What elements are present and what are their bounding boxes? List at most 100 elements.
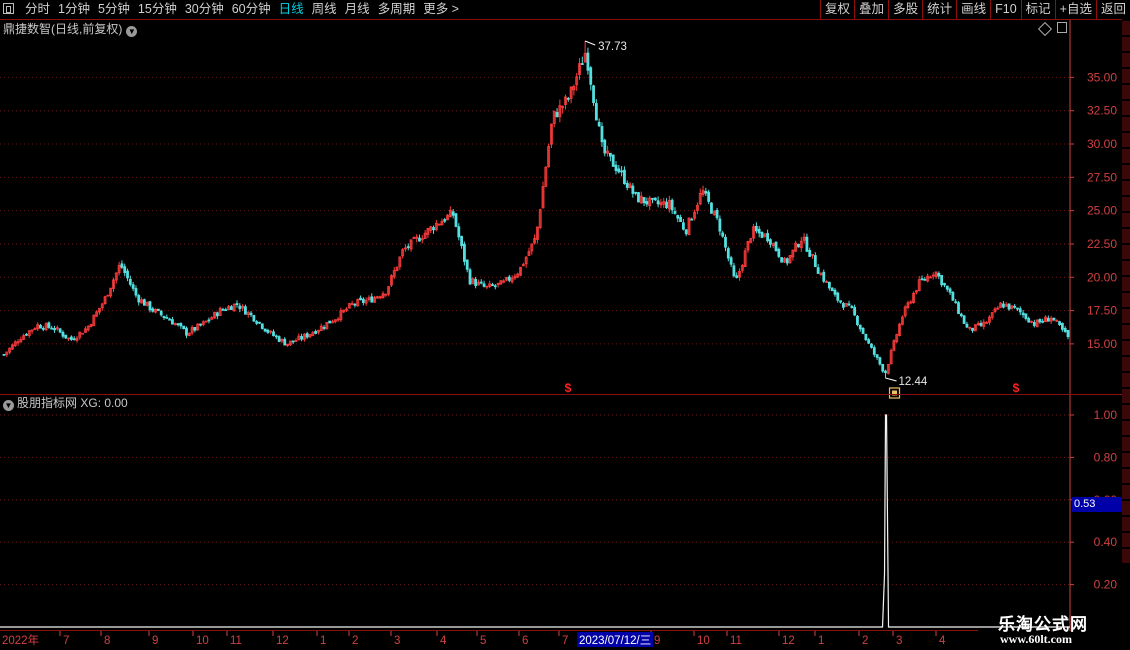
candle-body [617,168,621,173]
candle-body [131,284,135,289]
period-tab-5[interactable]: 60分钟 [228,1,275,18]
candle-body [263,328,267,332]
tool-button-7[interactable]: +自选 [1054,0,1096,19]
info-cell [1122,485,1130,499]
candle-body [681,222,685,230]
candle-body [260,323,264,329]
candle-body [1016,307,1019,310]
tool-button-6[interactable]: 标记 [1020,0,1055,19]
info-cell [1122,549,1130,563]
candle-body [839,300,843,303]
dollar-signal-icon: $ [1013,381,1020,395]
candle-body [457,226,461,238]
candle-body [328,320,332,324]
period-tab-6[interactable]: 日线 [275,1,308,18]
period-tab-0[interactable]: 分时 [21,1,54,18]
candle-body [126,270,129,279]
candle-body [353,303,357,306]
candle-body [432,227,435,231]
tool-button-0[interactable]: 复权 [820,0,854,19]
date-label: 6 [522,635,528,647]
date-label: 12 [782,635,795,647]
candle-body [120,263,124,268]
candle-body [707,191,711,202]
y-tick-label: 15.00 [1087,337,1117,351]
candle-body [451,211,455,216]
period-tab-3[interactable]: 15分钟 [134,1,181,18]
candle-body [580,63,584,65]
candle-body [940,274,944,286]
candle-body [836,292,840,301]
period-tab-8[interactable]: 月线 [341,1,374,18]
candle-body [443,219,447,222]
tool-button-3[interactable]: 统计 [922,0,956,19]
period-toolbar: 分时 1分钟 5分钟 15分钟 30分钟 60分钟 日线 周线 月线 多周期 更多 > 复权 叠加 多股… [0,0,1130,20]
low-pointer [885,377,897,382]
candle-body [945,285,949,290]
period-tab-9[interactable]: 多周期 [374,1,420,18]
candle-body [1052,317,1056,321]
date-label: 2022年 [2,633,39,647]
price-chart[interactable]: 35.00 32.50 30.00 27.50 25.00 22.50 20.00 17.50… [0,20,1130,400]
date-label: 3 [896,635,902,647]
candle-body [479,281,483,284]
candle-body [137,295,141,303]
candle-body [757,228,761,234]
y-tick-label: 0.40 [1094,535,1118,549]
candle-body [255,321,259,324]
y-tick-label: 22.50 [1087,237,1117,251]
candle-body [81,332,85,335]
candle-body [718,218,722,232]
candle-body [64,334,68,339]
candle-body [252,315,256,322]
candle-body [1024,313,1028,320]
candle-body [162,315,166,318]
candle-body [754,225,758,232]
tool-button-1[interactable]: 叠加 [854,0,888,19]
candle-body [229,306,233,311]
indicator-chart[interactable]: 1.000.800.600.400.20 [0,395,1130,631]
candle-body [142,299,146,306]
candle-body [300,336,303,340]
period-tab-7[interactable]: 周线 [308,1,341,18]
info-cell [1122,101,1130,115]
candle-body [165,317,169,319]
date-label: 10 [196,635,209,647]
candle-body [637,192,640,203]
candle-body [283,338,287,346]
candle-body [965,323,969,328]
date-label: 4 [939,635,946,647]
candle-body [134,288,138,296]
candle-body [193,326,197,331]
period-tab-2[interactable]: 5分钟 [94,1,134,18]
tool-button-5[interactable]: F10 [990,0,1021,19]
tool-button-8[interactable]: 返回 [1095,0,1130,19]
info-cell [1122,533,1130,547]
candle-body [679,217,682,223]
high-label: 37.73 [598,41,627,53]
tool-button-2[interactable]: 多股 [888,0,922,19]
y-tick-label: 30.00 [1087,137,1117,151]
candle-body [594,103,598,121]
candle-body [277,336,281,342]
candle-body [735,275,739,279]
period-tab-4[interactable]: 30分钟 [181,1,228,18]
period-tab-1[interactable]: 1分钟 [54,1,94,18]
layout-icon[interactable] [3,3,14,14]
tool-button-4[interactable]: 画线 [956,0,990,19]
info-cell [1122,517,1130,531]
candle-body [785,258,789,264]
info-cell [1122,165,1130,179]
right-info-strip[interactable] [1122,19,1130,631]
info-cell [1122,53,1130,67]
period-tab-10[interactable]: 更多 > [419,1,463,18]
info-cell [1122,261,1130,275]
candle-body [406,246,410,249]
candle-body [39,324,42,329]
candle-body [937,273,941,277]
candle-body [670,199,674,211]
candle-body [850,305,854,308]
candle-body [847,303,851,306]
candle-body [653,197,657,201]
date-label: 9 [654,635,660,647]
